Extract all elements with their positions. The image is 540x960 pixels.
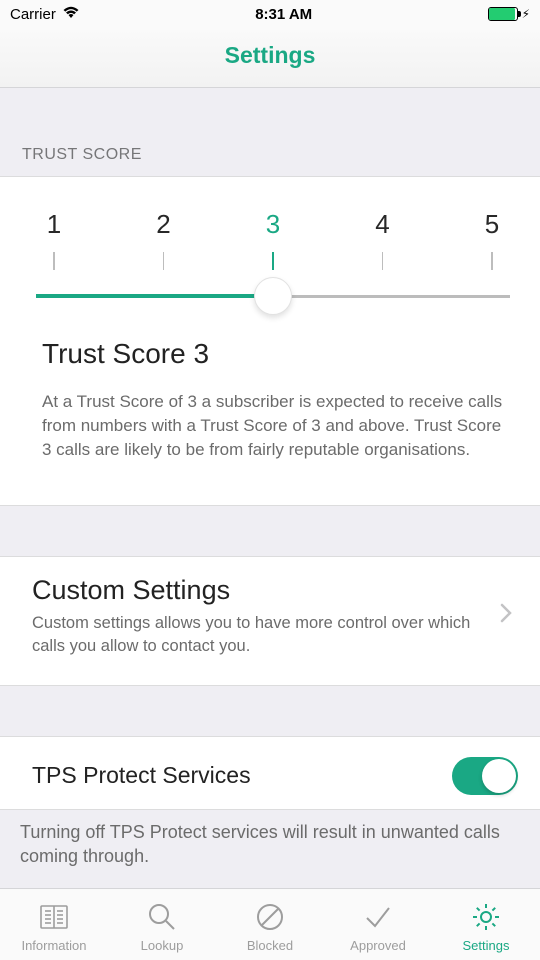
- scale-tick: [272, 252, 274, 270]
- scale-item-2: 2: [154, 209, 174, 270]
- status-left: Carrier: [10, 5, 80, 23]
- scale-tick: [491, 252, 493, 270]
- tab-label: Settings: [463, 938, 510, 953]
- custom-settings-row[interactable]: Custom Settings Custom settings allows y…: [0, 556, 540, 686]
- scale-num: 4: [373, 209, 393, 240]
- charging-icon: ⚡︎: [522, 7, 530, 21]
- page-title: Settings: [0, 42, 540, 69]
- status-bar: Carrier 8:31 AM ⚡︎: [0, 0, 540, 28]
- scale-item-3: 3: [263, 209, 283, 270]
- gear-icon: [469, 900, 503, 934]
- trust-score-title: Trust Score 3: [42, 338, 510, 370]
- tps-panel: TPS Protect Services Turning off TPS Pro…: [0, 736, 540, 869]
- status-right: ⚡︎: [488, 7, 530, 21]
- scale-tick: [53, 252, 55, 270]
- slider-fill: [36, 294, 273, 298]
- tab-settings[interactable]: Settings: [432, 900, 540, 953]
- toggle-thumb: [482, 759, 516, 793]
- content: TRUST SCORE 1 2 3 4 5: [0, 88, 540, 888]
- slider-thumb[interactable]: [254, 277, 292, 315]
- tab-information[interactable]: Information: [0, 900, 108, 953]
- tab-lookup[interactable]: Lookup: [108, 900, 216, 953]
- section-label-trust: TRUST SCORE: [0, 88, 540, 177]
- scale-num: 1: [44, 209, 64, 240]
- chevron-right-icon: [500, 603, 512, 629]
- custom-settings-title: Custom Settings: [32, 575, 480, 606]
- scale-num: 2: [154, 209, 174, 240]
- check-icon: [361, 900, 395, 934]
- tab-label: Blocked: [247, 938, 293, 953]
- scale-row: 1 2 3 4 5: [36, 209, 510, 270]
- tab-bar: Information Lookup Blocked Approved Sett…: [0, 888, 540, 960]
- tab-label: Approved: [350, 938, 406, 953]
- tab-label: Information: [21, 938, 86, 953]
- trust-score-panel: 1 2 3 4 5 Trust Scor: [0, 177, 540, 506]
- spacer: [0, 506, 540, 556]
- scale-item-4: 4: [373, 209, 393, 270]
- battery-icon: [488, 7, 518, 21]
- scale-tick: [163, 252, 165, 270]
- scale-item-5: 5: [482, 209, 502, 270]
- status-time: 8:31 AM: [255, 6, 312, 23]
- wifi-icon: [62, 5, 80, 23]
- custom-settings-description: Custom settings allows you to have more …: [32, 612, 480, 657]
- tps-description: Turning off TPS Protect services will re…: [0, 809, 540, 869]
- scale-num: 3: [263, 209, 283, 240]
- blocked-icon: [253, 900, 287, 934]
- trust-score-slider[interactable]: [36, 294, 510, 298]
- scale-item-1: 1: [44, 209, 64, 270]
- header: Settings: [0, 28, 540, 88]
- tab-approved[interactable]: Approved: [324, 900, 432, 953]
- book-icon: [37, 900, 71, 934]
- trust-score-description: At a Trust Score of 3 a subscriber is ex…: [42, 390, 510, 461]
- scale-tick: [382, 252, 384, 270]
- carrier-label: Carrier: [10, 6, 56, 23]
- search-icon: [145, 900, 179, 934]
- tps-toggle[interactable]: [452, 757, 518, 795]
- scale-num: 5: [482, 209, 502, 240]
- tps-title: TPS Protect Services: [32, 762, 251, 789]
- spacer: [0, 686, 540, 736]
- tab-blocked[interactable]: Blocked: [216, 900, 324, 953]
- tps-row: TPS Protect Services: [32, 757, 518, 809]
- tab-label: Lookup: [141, 938, 184, 953]
- custom-settings-text: Custom Settings Custom settings allows y…: [32, 575, 500, 657]
